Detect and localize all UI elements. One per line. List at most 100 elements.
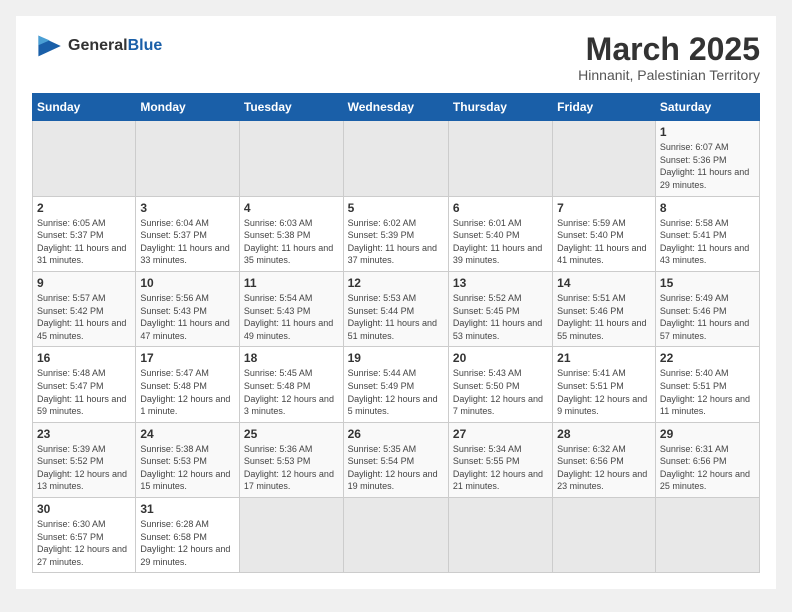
calendar-cell: 14 Sunrise: 5:51 AM Sunset: 5:46 PM Dayli… <box>553 271 656 346</box>
day-info: Sunrise: 5:49 AM Sunset: 5:46 PM Dayligh… <box>660 292 755 342</box>
calendar-cell: 17 Sunrise: 5:47 AM Sunset: 5:48 PM Dayli… <box>136 347 240 422</box>
day-info: Sunrise: 5:51 AM Sunset: 5:46 PM Dayligh… <box>557 292 651 342</box>
day-info: Sunrise: 5:47 AM Sunset: 5:48 PM Dayligh… <box>140 367 235 417</box>
day-info: Sunrise: 6:03 AM Sunset: 5:38 PM Dayligh… <box>244 217 339 267</box>
day-number: 30 <box>37 502 131 516</box>
calendar-cell <box>239 121 343 196</box>
col-friday: Friday <box>553 94 656 121</box>
day-number: 17 <box>140 351 235 365</box>
col-sunday: Sunday <box>33 94 136 121</box>
day-info: Sunrise: 5:57 AM Sunset: 5:42 PM Dayligh… <box>37 292 131 342</box>
day-info: Sunrise: 5:44 AM Sunset: 5:49 PM Dayligh… <box>348 367 444 417</box>
calendar-cell: 20Sunrise: 5:43 AM Sunset: 5:50 PM Dayli… <box>448 347 552 422</box>
day-info: Sunrise: 5:48 AM Sunset: 5:47 PM Dayligh… <box>37 367 131 417</box>
calendar-cell: 28 Sunrise: 6:32 AM Sunset: 6:56 PM Dayli… <box>553 422 656 497</box>
day-info: Sunrise: 5:56 AM Sunset: 5:43 PM Dayligh… <box>140 292 235 342</box>
day-info: Sunrise: 5:34 AM Sunset: 5:55 PM Dayligh… <box>453 443 548 493</box>
calendar-cell: 18 Sunrise: 5:45 AM Sunset: 5:48 PM Dayli… <box>239 347 343 422</box>
calendar-cell: 6Sunrise: 6:01 AM Sunset: 5:40 PM Daylig… <box>448 196 552 271</box>
day-info: Sunrise: 5:39 AM Sunset: 5:52 PM Dayligh… <box>37 443 131 493</box>
calendar-cell: 11Sunrise: 5:54 AM Sunset: 5:43 PM Dayli… <box>239 271 343 346</box>
calendar-cell: 1 Sunrise: 6:07 AM Sunset: 5:36 PM Daylig… <box>655 121 759 196</box>
calendar-cell: 22 Sunrise: 5:40 AM Sunset: 5:51 PM Dayli… <box>655 347 759 422</box>
day-number: 8 <box>660 201 755 215</box>
day-info: Sunrise: 5:45 AM Sunset: 5:48 PM Dayligh… <box>244 367 339 417</box>
calendar-cell: 3Sunrise: 6:04 AM Sunset: 5:37 PM Daylig… <box>136 196 240 271</box>
calendar-week-6: 30 Sunrise: 6:30 AM Sunset: 6:57 PM Dayli… <box>33 498 760 573</box>
day-number: 21 <box>557 351 651 365</box>
calendar-cell: 10 Sunrise: 5:56 AM Sunset: 5:43 PM Dayli… <box>136 271 240 346</box>
calendar-cell: 8Sunrise: 5:58 AM Sunset: 5:41 PM Daylig… <box>655 196 759 271</box>
calendar-cell <box>343 498 448 573</box>
day-info: Sunrise: 6:07 AM Sunset: 5:36 PM Dayligh… <box>660 141 755 191</box>
calendar-cell <box>553 498 656 573</box>
calendar-cell: 29 Sunrise: 6:31 AM Sunset: 6:56 PM Dayli… <box>655 422 759 497</box>
day-number: 20 <box>453 351 548 365</box>
calendar-cell: 12Sunrise: 5:53 AM Sunset: 5:44 PM Dayli… <box>343 271 448 346</box>
col-thursday: Thursday <box>448 94 552 121</box>
calendar-cell <box>343 121 448 196</box>
day-number: 22 <box>660 351 755 365</box>
day-number: 25 <box>244 427 339 441</box>
day-info: Sunrise: 6:02 AM Sunset: 5:39 PM Dayligh… <box>348 217 444 267</box>
calendar-cell <box>448 121 552 196</box>
day-info: Sunrise: 5:41 AM Sunset: 5:51 PM Dayligh… <box>557 367 651 417</box>
day-info: Sunrise: 6:04 AM Sunset: 5:37 PM Dayligh… <box>140 217 235 267</box>
day-info: Sunrise: 6:30 AM Sunset: 6:57 PM Dayligh… <box>37 518 131 568</box>
calendar-cell: 24Sunrise: 5:38 AM Sunset: 5:53 PM Dayli… <box>136 422 240 497</box>
col-monday: Monday <box>136 94 240 121</box>
day-info: Sunrise: 5:38 AM Sunset: 5:53 PM Dayligh… <box>140 443 235 493</box>
calendar-cell: 31Sunrise: 6:28 AM Sunset: 6:58 PM Dayli… <box>136 498 240 573</box>
day-number: 1 <box>660 125 755 139</box>
day-info: Sunrise: 6:31 AM Sunset: 6:56 PM Dayligh… <box>660 443 755 493</box>
day-number: 10 <box>140 276 235 290</box>
day-number: 29 <box>660 427 755 441</box>
day-number: 14 <box>557 276 651 290</box>
calendar-page: GeneralBlue March 2025 Hinnanit, Palesti… <box>16 16 776 589</box>
day-number: 6 <box>453 201 548 215</box>
calendar-cell: 26Sunrise: 5:35 AM Sunset: 5:54 PM Dayli… <box>343 422 448 497</box>
logo-icon <box>32 32 64 60</box>
logo: GeneralBlue <box>32 32 162 60</box>
day-info: Sunrise: 5:54 AM Sunset: 5:43 PM Dayligh… <box>244 292 339 342</box>
day-number: 27 <box>453 427 548 441</box>
day-info: Sunrise: 6:32 AM Sunset: 6:56 PM Dayligh… <box>557 443 651 493</box>
calendar-cell: 23Sunrise: 5:39 AM Sunset: 5:52 PM Dayli… <box>33 422 136 497</box>
calendar-cell: 9 Sunrise: 5:57 AM Sunset: 5:42 PM Daylig… <box>33 271 136 346</box>
calendar-table: Sunday Monday Tuesday Wednesday Thursday… <box>32 93 760 573</box>
day-number: 26 <box>348 427 444 441</box>
calendar-cell: 4 Sunrise: 6:03 AM Sunset: 5:38 PM Daylig… <box>239 196 343 271</box>
day-number: 7 <box>557 201 651 215</box>
calendar-week-4: 16 Sunrise: 5:48 AM Sunset: 5:47 PM Dayli… <box>33 347 760 422</box>
day-number: 31 <box>140 502 235 516</box>
day-number: 18 <box>244 351 339 365</box>
col-tuesday: Tuesday <box>239 94 343 121</box>
calendar-cell <box>33 121 136 196</box>
day-number: 9 <box>37 276 131 290</box>
calendar-cell: 16 Sunrise: 5:48 AM Sunset: 5:47 PM Dayli… <box>33 347 136 422</box>
day-number: 28 <box>557 427 651 441</box>
subtitle: Hinnanit, Palestinian Territory <box>578 67 760 83</box>
day-info: Sunrise: 5:59 AM Sunset: 5:40 PM Dayligh… <box>557 217 651 267</box>
col-saturday: Saturday <box>655 94 759 121</box>
day-number: 16 <box>37 351 131 365</box>
calendar-week-3: 9 Sunrise: 5:57 AM Sunset: 5:42 PM Daylig… <box>33 271 760 346</box>
calendar-cell: 30 Sunrise: 6:30 AM Sunset: 6:57 PM Dayli… <box>33 498 136 573</box>
calendar-cell: 15Sunrise: 5:49 AM Sunset: 5:46 PM Dayli… <box>655 271 759 346</box>
calendar-body: 1 Sunrise: 6:07 AM Sunset: 5:36 PM Daylig… <box>33 121 760 573</box>
calendar-cell: 19Sunrise: 5:44 AM Sunset: 5:49 PM Dayli… <box>343 347 448 422</box>
day-number: 4 <box>244 201 339 215</box>
calendar-week-1: 1 Sunrise: 6:07 AM Sunset: 5:36 PM Daylig… <box>33 121 760 196</box>
calendar-cell <box>239 498 343 573</box>
calendar-cell: 2Sunrise: 6:05 AM Sunset: 5:37 PM Daylig… <box>33 196 136 271</box>
col-wednesday: Wednesday <box>343 94 448 121</box>
day-number: 13 <box>453 276 548 290</box>
day-info: Sunrise: 5:40 AM Sunset: 5:51 PM Dayligh… <box>660 367 755 417</box>
day-info: Sunrise: 5:53 AM Sunset: 5:44 PM Dayligh… <box>348 292 444 342</box>
title-area: March 2025 Hinnanit, Palestinian Territo… <box>578 32 760 83</box>
month-title: March 2025 <box>578 32 760 67</box>
calendar-cell: 21 Sunrise: 5:41 AM Sunset: 5:51 PM Dayli… <box>553 347 656 422</box>
calendar-header: Sunday Monday Tuesday Wednesday Thursday… <box>33 94 760 121</box>
day-number: 2 <box>37 201 131 215</box>
calendar-cell: 13Sunrise: 5:52 AM Sunset: 5:45 PM Dayli… <box>448 271 552 346</box>
